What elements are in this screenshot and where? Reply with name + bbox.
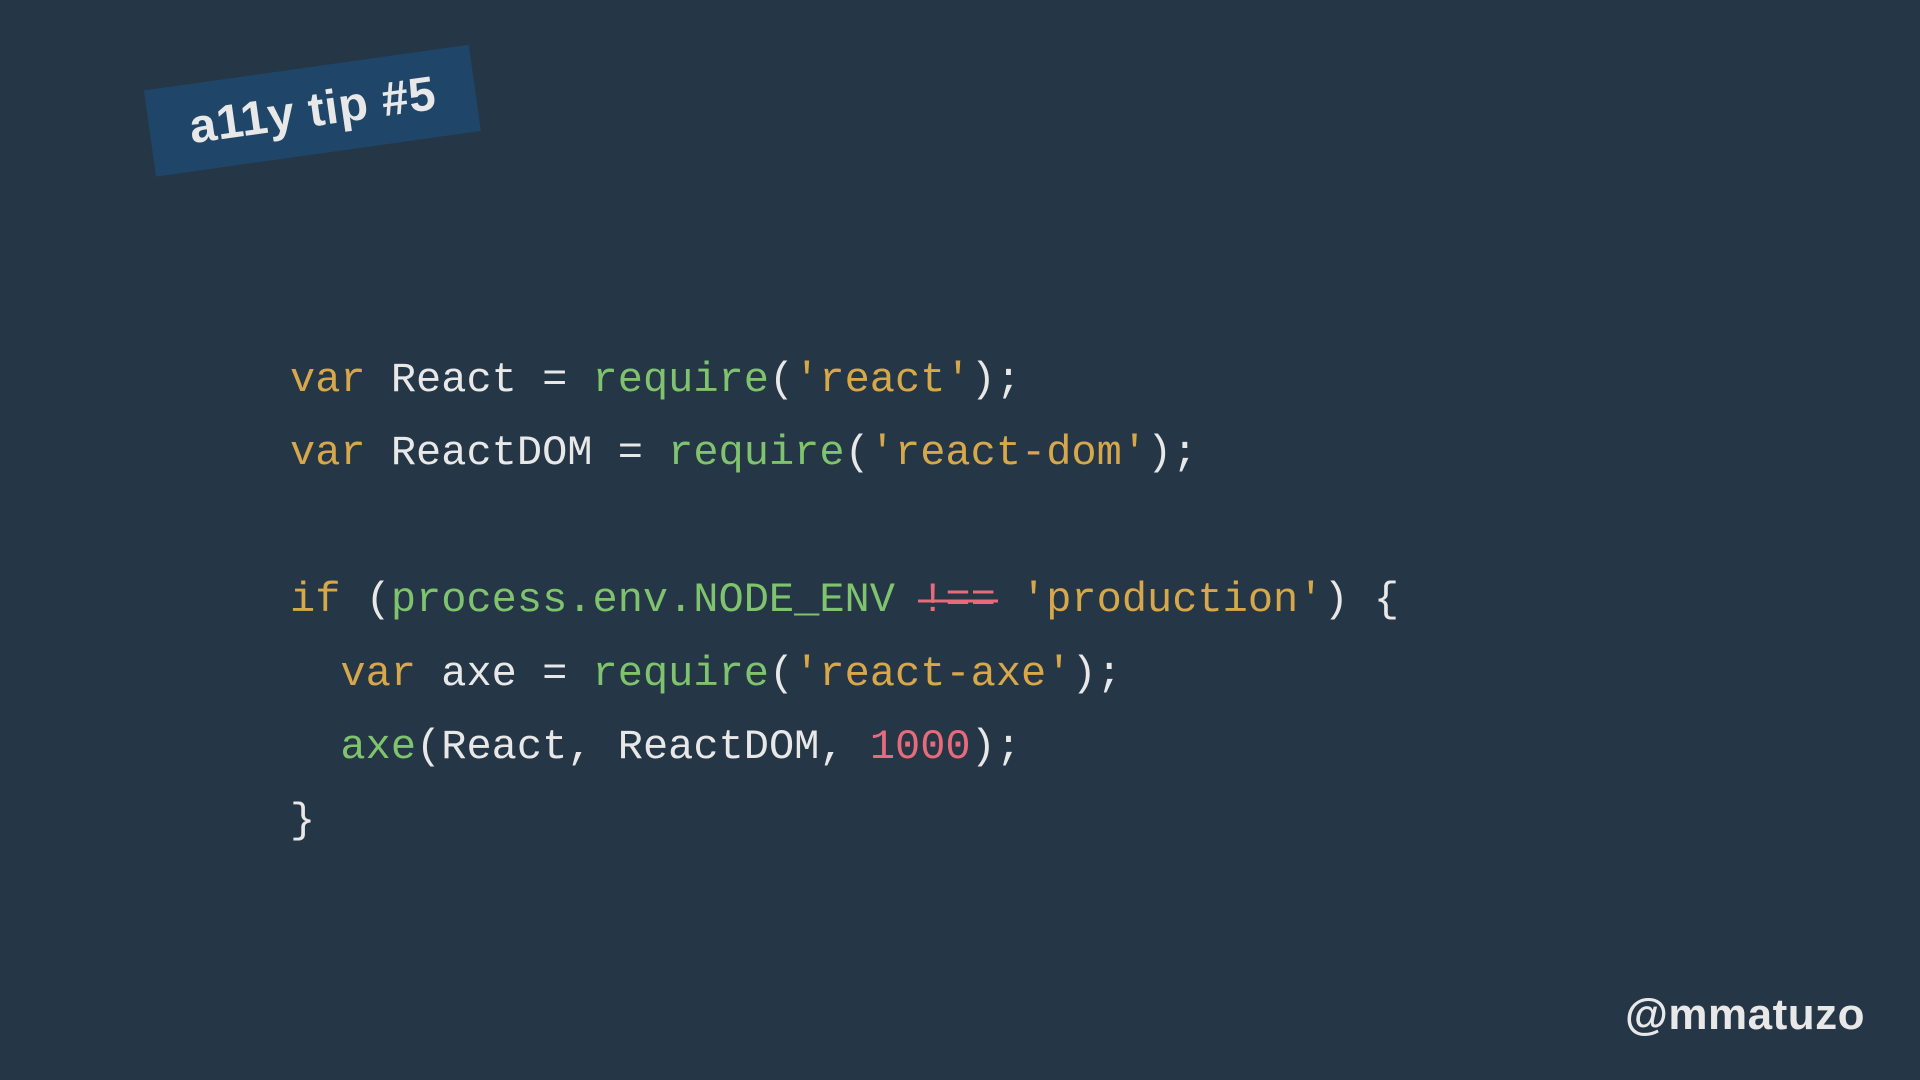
arg-reactdom: ReactDOM — [618, 723, 820, 771]
semicolon: ; — [996, 723, 1021, 771]
paren-open: ( — [366, 576, 391, 624]
comma: , — [567, 723, 592, 771]
operator-equals: = — [618, 429, 643, 477]
keyword-var: var — [290, 429, 366, 477]
paren-close: ) — [971, 723, 996, 771]
semicolon: ; — [1097, 650, 1122, 698]
paren-open: ( — [416, 723, 441, 771]
semicolon: ; — [1172, 429, 1197, 477]
paren-open: ( — [769, 356, 794, 404]
operator-not-equal: !== — [920, 564, 996, 638]
paren-open: ( — [845, 429, 870, 477]
string-react-axe: 'react-axe' — [794, 650, 1071, 698]
indent — [290, 723, 340, 771]
comma: , — [819, 723, 844, 771]
string-production: 'production' — [1021, 576, 1323, 624]
tip-badge: a11y tip #5 — [144, 45, 481, 177]
semicolon: ; — [996, 356, 1021, 404]
operator-equals: = — [542, 356, 567, 404]
paren-close: ) — [1323, 576, 1348, 624]
brace-open: { — [1374, 576, 1399, 624]
string-react: 'react' — [794, 356, 970, 404]
fn-require: require — [593, 650, 769, 698]
string-react-dom: 'react-dom' — [870, 429, 1147, 477]
code-block: var React = require('react'); var ReactD… — [290, 270, 1399, 858]
fn-require: require — [668, 429, 844, 477]
identifier-reactdom: ReactDOM — [391, 429, 593, 477]
paren-close: ) — [971, 356, 996, 404]
paren-open: ( — [769, 650, 794, 698]
arg-react: React — [441, 723, 567, 771]
brace-close: } — [290, 797, 315, 845]
identifier-react: React — [391, 356, 517, 404]
paren-close: ) — [1147, 429, 1172, 477]
paren-close: ) — [1071, 650, 1096, 698]
expr-process-env: process.env.NODE_ENV — [391, 576, 895, 624]
arg-timeout: 1000 — [870, 723, 971, 771]
fn-require: require — [593, 356, 769, 404]
tip-badge-label: a11y tip #5 — [186, 67, 439, 154]
fn-axe-call: axe — [340, 723, 416, 771]
keyword-var: var — [340, 650, 416, 698]
identifier-axe: axe — [441, 650, 517, 698]
indent — [290, 650, 340, 698]
author-handle: @mmatuzo — [1625, 990, 1865, 1040]
keyword-var: var — [290, 356, 366, 404]
operator-equals: = — [542, 650, 567, 698]
keyword-if: if — [290, 576, 340, 624]
